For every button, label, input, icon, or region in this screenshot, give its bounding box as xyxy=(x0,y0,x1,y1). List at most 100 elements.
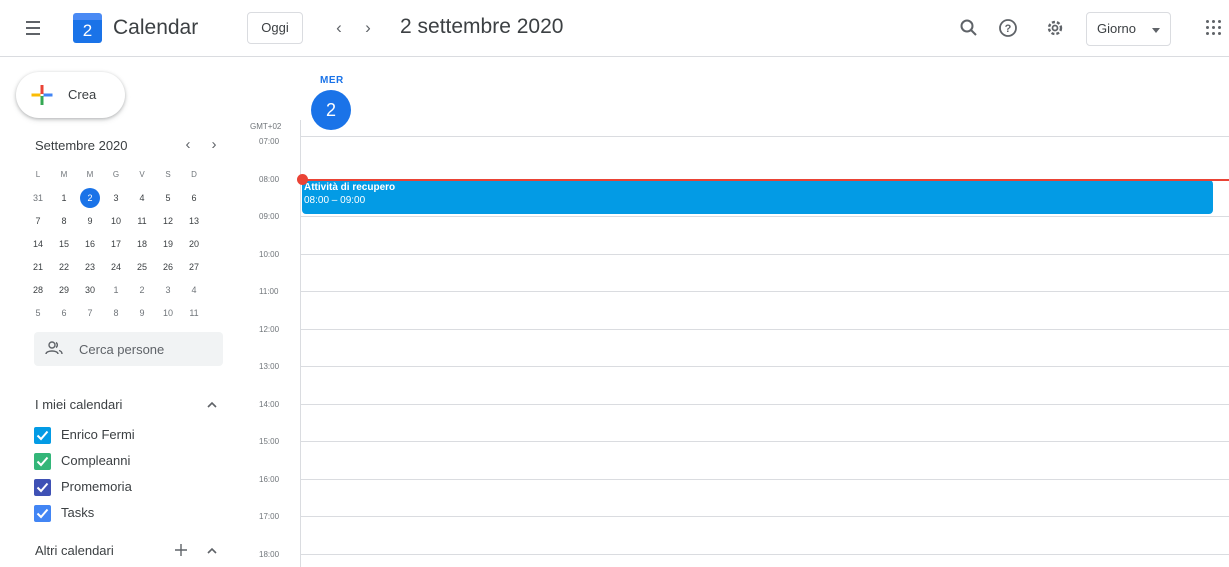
week-row: 21 22 23 24 25 26 27 xyxy=(26,255,226,278)
day-cell[interactable]: 14 xyxy=(26,234,50,254)
day-cell[interactable]: 4 xyxy=(182,280,206,300)
checkbox-checked-icon[interactable] xyxy=(34,505,51,522)
day-cell[interactable]: 23 xyxy=(78,257,102,277)
weekday-label: L xyxy=(35,169,41,179)
add-calendar-plus-icon[interactable] xyxy=(173,542,189,558)
day-cell[interactable]: 21 xyxy=(26,257,50,277)
calendar-label: Compleanni xyxy=(61,453,131,468)
view-select-label: Giorno xyxy=(1097,21,1137,36)
calendar-label: Promemoria xyxy=(61,479,132,494)
day-cell[interactable]: 30 xyxy=(78,280,102,300)
day-cell[interactable]: 29 xyxy=(52,280,76,300)
mini-calendar: L M M G V S D 31 1 2 3 4 5 6 7 8 9 10 11… xyxy=(26,163,226,324)
day-cell[interactable]: 6 xyxy=(52,303,76,323)
next-day-chevron-icon[interactable]: › xyxy=(356,14,380,42)
day-cell[interactable]: 17 xyxy=(104,234,128,254)
weekday-row: L M M G V S D xyxy=(26,163,226,186)
people-icon xyxy=(45,341,63,355)
day-cell[interactable]: 7 xyxy=(78,303,102,323)
week-row: 31 1 2 3 4 5 6 xyxy=(26,186,226,209)
mini-prev-chevron-icon[interactable]: ‹ xyxy=(178,134,198,156)
day-number-button[interactable]: 2 xyxy=(311,90,351,130)
day-cell-selected[interactable]: 2 xyxy=(80,187,100,208)
day-cell[interactable]: 10 xyxy=(104,211,128,231)
day-cell[interactable]: 8 xyxy=(52,211,76,231)
current-time-dot xyxy=(297,174,308,185)
day-cell[interactable]: 22 xyxy=(52,257,76,277)
event-title: Attività di recupero xyxy=(304,182,396,193)
plus-icon xyxy=(31,85,53,105)
hour-label: 13:00 xyxy=(259,362,280,371)
day-cell[interactable]: 31 xyxy=(26,188,50,208)
day-cell[interactable]: 2 xyxy=(130,280,154,300)
day-cell[interactable]: 11 xyxy=(182,303,206,323)
checkbox-checked-icon[interactable] xyxy=(34,479,51,496)
day-cell[interactable]: 16 xyxy=(78,234,102,254)
today-button[interactable]: Oggi xyxy=(247,12,303,44)
hour-label: 08:00 xyxy=(259,175,280,184)
checkbox-checked-icon[interactable] xyxy=(34,453,51,470)
hour-label: 17:00 xyxy=(259,512,280,521)
day-cell[interactable]: 4 xyxy=(130,188,154,208)
logo-day: 2 xyxy=(82,21,93,40)
help-icon[interactable]: ? xyxy=(994,14,1022,42)
checkbox-checked-icon[interactable] xyxy=(34,427,51,444)
weekday-label: M xyxy=(60,169,68,179)
caret-down-icon xyxy=(1152,28,1160,33)
day-cell[interactable]: 5 xyxy=(156,188,180,208)
hour-label: 15:00 xyxy=(259,437,280,446)
week-row: 5 6 7 8 9 10 11 xyxy=(26,301,226,324)
view-select[interactable]: Giorno xyxy=(1086,12,1171,46)
prev-day-chevron-icon[interactable]: ‹ xyxy=(327,14,351,42)
day-cell[interactable]: 9 xyxy=(78,211,102,231)
day-cell[interactable]: 10 xyxy=(156,303,180,323)
day-cell[interactable]: 1 xyxy=(104,280,128,300)
create-label: Crea xyxy=(68,87,97,102)
search-icon[interactable] xyxy=(955,14,983,42)
people-search-input[interactable]: Cerca persone xyxy=(34,332,223,366)
day-cell[interactable]: 18 xyxy=(130,234,154,254)
weekday-label: D xyxy=(191,169,197,179)
calendar-logo-icon: 2 xyxy=(73,13,103,43)
mini-next-chevron-icon[interactable]: › xyxy=(204,134,224,156)
hour-label: 18:00 xyxy=(259,550,280,559)
event-block[interactable]: Attività di recupero 08:00 – 09:00 xyxy=(302,180,1213,214)
day-cell[interactable]: 3 xyxy=(104,188,128,208)
people-search-placeholder: Cerca persone xyxy=(79,342,165,357)
day-cell[interactable]: 5 xyxy=(26,303,50,323)
day-cell[interactable]: 3 xyxy=(156,280,180,300)
day-cell[interactable]: 27 xyxy=(182,257,206,277)
day-cell[interactable]: 8 xyxy=(104,303,128,323)
day-cell[interactable]: 9 xyxy=(130,303,154,323)
gear-icon[interactable] xyxy=(1041,14,1069,42)
day-cell[interactable]: 11 xyxy=(130,211,154,231)
day-cell[interactable]: 15 xyxy=(52,234,76,254)
day-cell[interactable]: 20 xyxy=(182,234,206,254)
day-cell[interactable]: 19 xyxy=(156,234,180,254)
day-cell[interactable]: 6 xyxy=(182,188,206,208)
collapse-my-calendars-chevron-up-icon[interactable] xyxy=(204,397,220,413)
weekday-label: V xyxy=(139,169,145,179)
weekday-label: G xyxy=(112,169,120,179)
calendar-label: Tasks xyxy=(61,505,95,520)
app-title: Calendar xyxy=(113,16,199,39)
day-cell[interactable]: 25 xyxy=(130,257,154,277)
day-cell[interactable]: 12 xyxy=(156,211,180,231)
day-cell[interactable]: 13 xyxy=(182,211,206,231)
week-row: 7 8 9 10 11 12 13 xyxy=(26,209,226,232)
apps-grid-icon[interactable] xyxy=(1205,19,1223,37)
hour-label: 07:00 xyxy=(259,137,280,146)
day-cell[interactable]: 1 xyxy=(52,188,76,208)
top-bar: 2 Calendar Oggi ‹ › 2 settembre 2020 ? G… xyxy=(0,0,1229,57)
collapse-other-calendars-chevron-up-icon[interactable] xyxy=(204,543,220,559)
day-cell[interactable]: 7 xyxy=(26,211,50,231)
calendar-label: Enrico Fermi xyxy=(61,427,135,442)
week-row: 14 15 16 17 18 19 20 xyxy=(26,232,226,255)
hour-label: 16:00 xyxy=(259,475,280,484)
day-cell[interactable]: 26 xyxy=(156,257,180,277)
other-calendars-title: Altri calendari xyxy=(35,543,114,558)
day-cell[interactable]: 24 xyxy=(104,257,128,277)
create-button[interactable]: Crea xyxy=(16,72,125,118)
menu-icon[interactable] xyxy=(24,18,46,38)
day-cell[interactable]: 28 xyxy=(26,280,50,300)
